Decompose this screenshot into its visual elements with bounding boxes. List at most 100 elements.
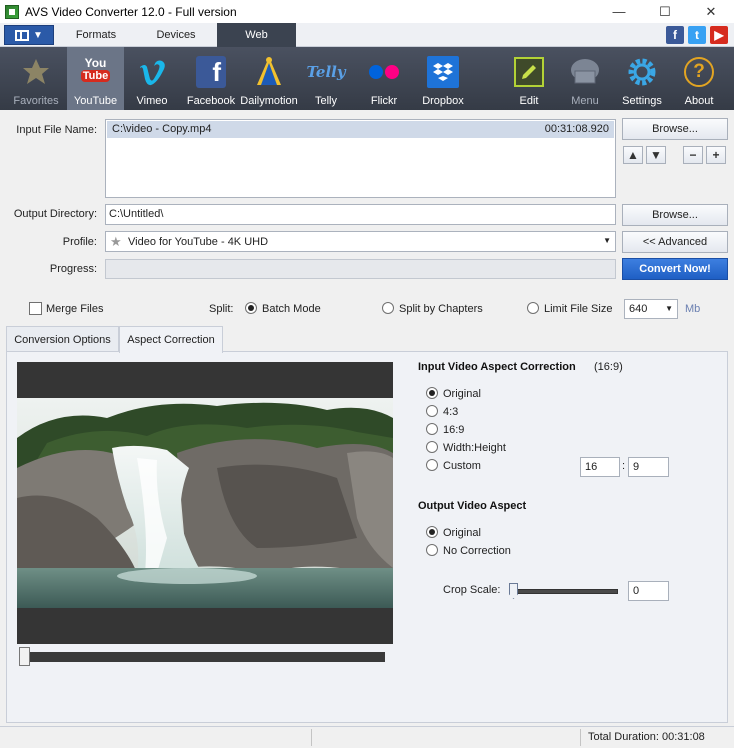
aspect-custom-label: Custom — [443, 460, 481, 472]
vimeo-icon — [135, 55, 169, 89]
preview-seek-track[interactable] — [24, 652, 385, 662]
input-file-label: Input File Name: — [16, 124, 97, 136]
question-icon: ? — [682, 55, 716, 89]
toolbar-settings[interactable]: Settings — [617, 47, 667, 110]
youtube-logo-icon: You Tube — [79, 55, 113, 89]
title-bar: AVS Video Converter 12.0 - Full version … — [0, 0, 734, 23]
custom-height-input[interactable]: 9 — [628, 457, 669, 477]
toolbar-dailymotion[interactable]: Dailymotion — [240, 47, 298, 110]
main-menu-button[interactable]: ▼ — [4, 25, 54, 45]
total-duration: Total Duration: 00:31:08 — [588, 731, 705, 743]
toolbar-dropbox[interactable]: Dropbox — [418, 47, 468, 110]
facebook-share-icon[interactable]: f — [666, 26, 684, 44]
file-size-select[interactable]: 640 ▼ — [624, 299, 678, 319]
input-aspect-ratio: (16:9) — [594, 361, 623, 373]
preview-seek-thumb[interactable] — [19, 647, 30, 666]
toolbar-vimeo[interactable]: Vimeo — [128, 47, 176, 110]
input-browse-button[interactable]: Browse... — [622, 118, 728, 140]
toolbar-telly[interactable]: Telly Telly — [302, 47, 350, 110]
toolbar-about[interactable]: ? About — [676, 47, 722, 110]
status-separator — [311, 729, 312, 746]
chevron-down-icon: ▼ — [603, 236, 611, 245]
close-button[interactable]: ✕ — [688, 0, 734, 23]
remove-file-button[interactable]: − — [683, 146, 703, 164]
input-file-row[interactable]: C:\video - Copy.mp4 00:31:08.920 — [107, 121, 614, 138]
aspect-width-height-radio[interactable] — [426, 441, 438, 453]
limit-file-size-radio[interactable] — [527, 302, 539, 314]
tab-web[interactable]: Web — [217, 23, 296, 47]
profile-label: Profile: — [62, 236, 97, 248]
toolbar-youtube[interactable]: You Tube YouTube — [67, 47, 124, 110]
tab-aspect-correction[interactable]: Aspect Correction — [119, 326, 223, 353]
aspect-original-label: Original — [443, 388, 481, 400]
youtube-logo-tube: Tube — [80, 70, 111, 82]
maximize-button[interactable]: ☐ — [642, 0, 688, 23]
app-icon — [5, 4, 19, 19]
arrow-down-icon: ▼ — [650, 148, 662, 162]
progress-label: Progress: — [49, 263, 97, 275]
add-file-button[interactable]: + — [706, 146, 726, 164]
favorite-star-icon: ★ — [110, 234, 122, 249]
tab-formats[interactable]: Formats — [58, 23, 134, 47]
crop-scale-slider-track[interactable] — [514, 589, 618, 594]
tab-devices[interactable]: Devices — [136, 23, 216, 47]
merge-files-checkbox[interactable] — [29, 302, 42, 315]
toolbar-facebook[interactable]: f Facebook — [184, 47, 238, 110]
custom-ratio-separator: : — [622, 460, 626, 472]
dropbox-icon — [426, 55, 460, 89]
toolbar-favorites[interactable]: Favorites — [8, 47, 64, 110]
split-by-chapters-label: Split by Chapters — [399, 303, 483, 315]
output-aspect-title: Output Video Aspect — [418, 500, 527, 512]
aspect-4-3-radio[interactable] — [426, 405, 438, 417]
output-browse-button[interactable]: Browse... — [622, 204, 728, 226]
output-directory-field[interactable]: C:\Untitled\ — [105, 204, 616, 225]
aspect-custom-radio[interactable] — [426, 459, 438, 471]
output-no-correction-radio[interactable] — [426, 544, 438, 556]
toolbar-edit[interactable]: Edit — [507, 47, 551, 110]
arrow-up-icon: ▲ — [627, 148, 639, 162]
input-file-list[interactable]: C:\video - Copy.mp4 00:31:08.920 — [105, 119, 616, 198]
toolbar-menu[interactable]: Menu — [562, 47, 608, 110]
input-file-name: C:\video - Copy.mp4 — [112, 123, 212, 135]
output-directory-value: C:\Untitled\ — [109, 208, 164, 220]
toolbar-vimeo-label: Vimeo — [136, 95, 168, 107]
disc-menu-icon — [568, 55, 602, 89]
crop-scale-input[interactable]: 0 — [628, 581, 669, 601]
facebook-icon: f — [194, 55, 228, 89]
category-tabs: ▼ Formats Devices Web f t ▶ — [0, 23, 734, 47]
custom-width-input[interactable]: 16 — [580, 457, 620, 477]
dailymotion-icon — [252, 55, 286, 89]
split-by-chapters-radio[interactable] — [382, 302, 394, 314]
toolbar-facebook-label: Facebook — [186, 95, 236, 107]
output-no-correction-label: No Correction — [443, 545, 511, 557]
chevron-down-icon: ▼ — [33, 29, 43, 41]
toolbar-dailymotion-label: Dailymotion — [240, 95, 298, 107]
profile-select[interactable]: ★ Video for YouTube - 4K UHD ▼ — [105, 231, 616, 252]
minus-icon: − — [689, 148, 697, 162]
toolbar-flickr-label: Flickr — [370, 95, 398, 107]
youtube-share-icon[interactable]: ▶ — [710, 26, 728, 44]
batch-mode-radio[interactable] — [245, 302, 257, 314]
twitter-share-icon[interactable]: t — [688, 26, 706, 44]
profile-value: Video for YouTube - 4K UHD — [128, 236, 269, 248]
video-preview — [17, 362, 393, 644]
tab-conversion-options[interactable]: Conversion Options — [6, 326, 119, 352]
minimize-button[interactable]: — — [596, 0, 642, 23]
toolbar-flickr[interactable]: Flickr — [360, 47, 408, 110]
toolbar-youtube-label: YouTube — [73, 95, 118, 107]
aspect-4-3-label: 4:3 — [443, 406, 459, 418]
input-aspect-title: Input Video Aspect Correction — [418, 361, 576, 373]
status-separator — [580, 729, 581, 746]
aspect-original-radio[interactable] — [426, 387, 438, 399]
toolbar-settings-label: Settings — [622, 95, 662, 107]
output-original-radio[interactable] — [426, 526, 438, 538]
convert-now-button[interactable]: Convert Now! — [622, 258, 728, 280]
advanced-button[interactable]: << Advanced — [622, 231, 728, 253]
video-frame-waterfall — [17, 398, 393, 608]
file-size-value: 640 — [629, 303, 648, 315]
batch-mode-label: Batch Mode — [262, 303, 321, 315]
move-up-button[interactable]: ▲ — [623, 146, 643, 164]
move-down-button[interactable]: ▼ — [646, 146, 666, 164]
aspect-16-9-radio[interactable] — [426, 423, 438, 435]
progress-bar — [105, 259, 616, 279]
